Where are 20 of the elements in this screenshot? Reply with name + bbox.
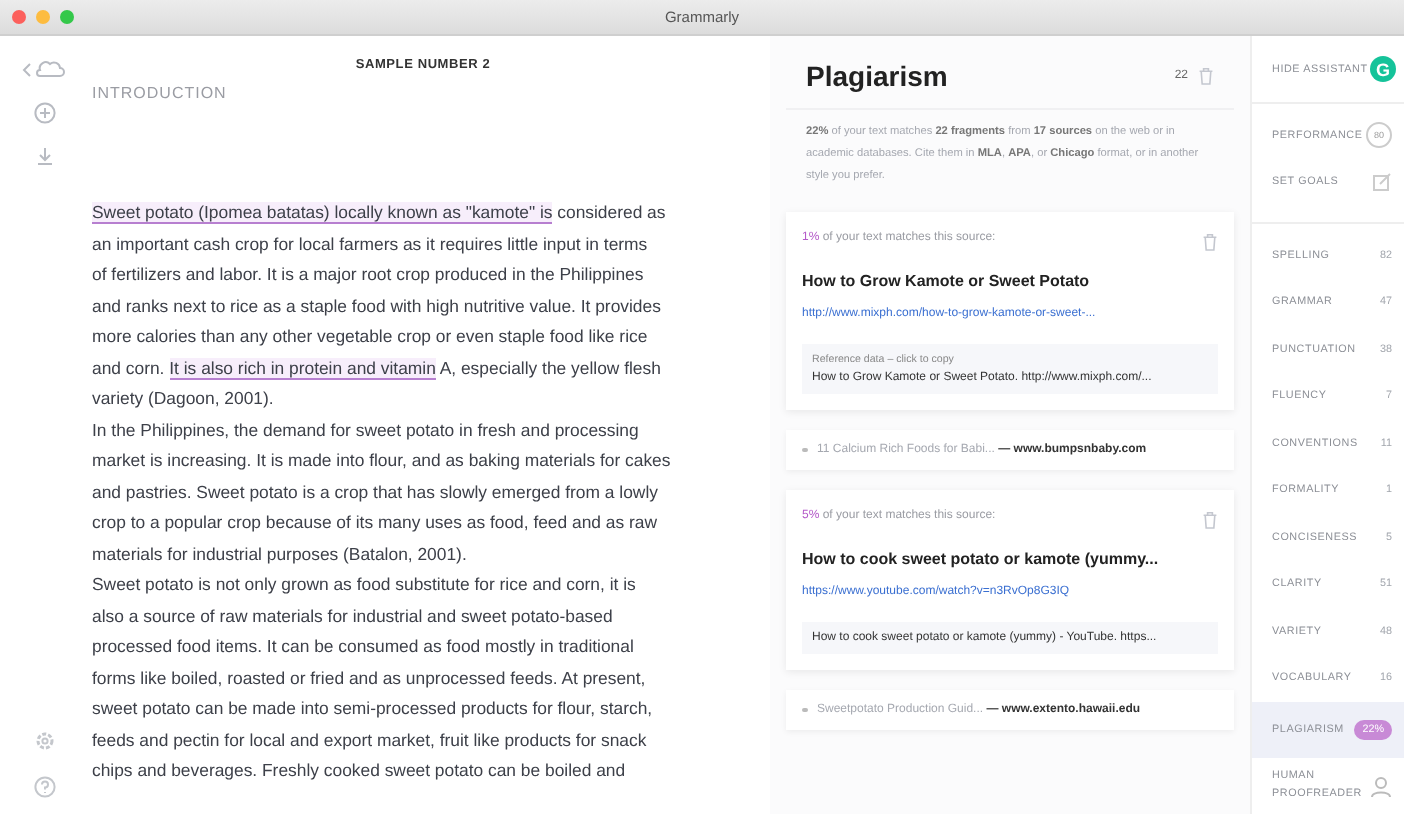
- logo-icon: G: [1370, 56, 1396, 82]
- close-button[interactable]: [12, 10, 26, 24]
- source-title: How to Grow Kamote or Sweet Potato: [802, 272, 1092, 290]
- download-icon[interactable]: [35, 146, 53, 166]
- source-title: How to cook sweet potato or kamote (yummy...: [802, 550, 1161, 568]
- person-icon: [1370, 775, 1392, 797]
- trash-icon[interactable]: [1202, 232, 1218, 252]
- trash-icon[interactable]: [1198, 66, 1214, 86]
- zoom-button[interactable]: [60, 10, 74, 24]
- help-icon[interactable]: [33, 776, 55, 798]
- add-icon[interactable]: [33, 102, 55, 124]
- panel-title: Plagiarism: [806, 60, 950, 92]
- back-icon[interactable]: [22, 60, 66, 80]
- minimize-button[interactable]: [36, 10, 50, 24]
- section-heading: INTRODUCTION: [92, 84, 227, 102]
- paragraph: Sweet potato (Ipomea batatas) locally known as "kamote" is considered as an important cash crop for local farmers as it requires little input in terms of fertilizers and labor. It is a major root crop produced in the Philippines and ranks next to rice as a staple food with high nutritive value. It provides more calories than any other vegetable crop or even staple food like rice and corn. It is also rich in protein and vitamin A, especially the yellow flesh variety (Dagoon, 2001).: [92, 200, 668, 412]
- paragraph: Sweet potato is not only grown as food substitute for rice and corn, it is also a source of raw materials for industrial and sweet potato-based processed food items. It can be consumed as food mostly in traditional forms like boiled, roasted or fried and as unprocessed feeds. At present, sweet potato can be made into semi-processed products for flour, starch, feeds and pectin for local and export market, fruit like products for snack chips and beverages. Freshly cooked sweet potato can be boiled and: [92, 572, 655, 784]
- settings-icon[interactable]: [33, 730, 55, 752]
- trash-icon[interactable]: [1202, 510, 1218, 530]
- paragraph: In the Philippines, the demand for sweet potato in fresh and processing market is increasing. It is made into flour, and as baking materials for cakes and pastries. Sweet potato is a crop that has slowly emerged from a lowly crop to a popular crop because of its many uses as food, feed and as raw materials for industrial purposes (Batalon, 2001).: [92, 417, 673, 568]
